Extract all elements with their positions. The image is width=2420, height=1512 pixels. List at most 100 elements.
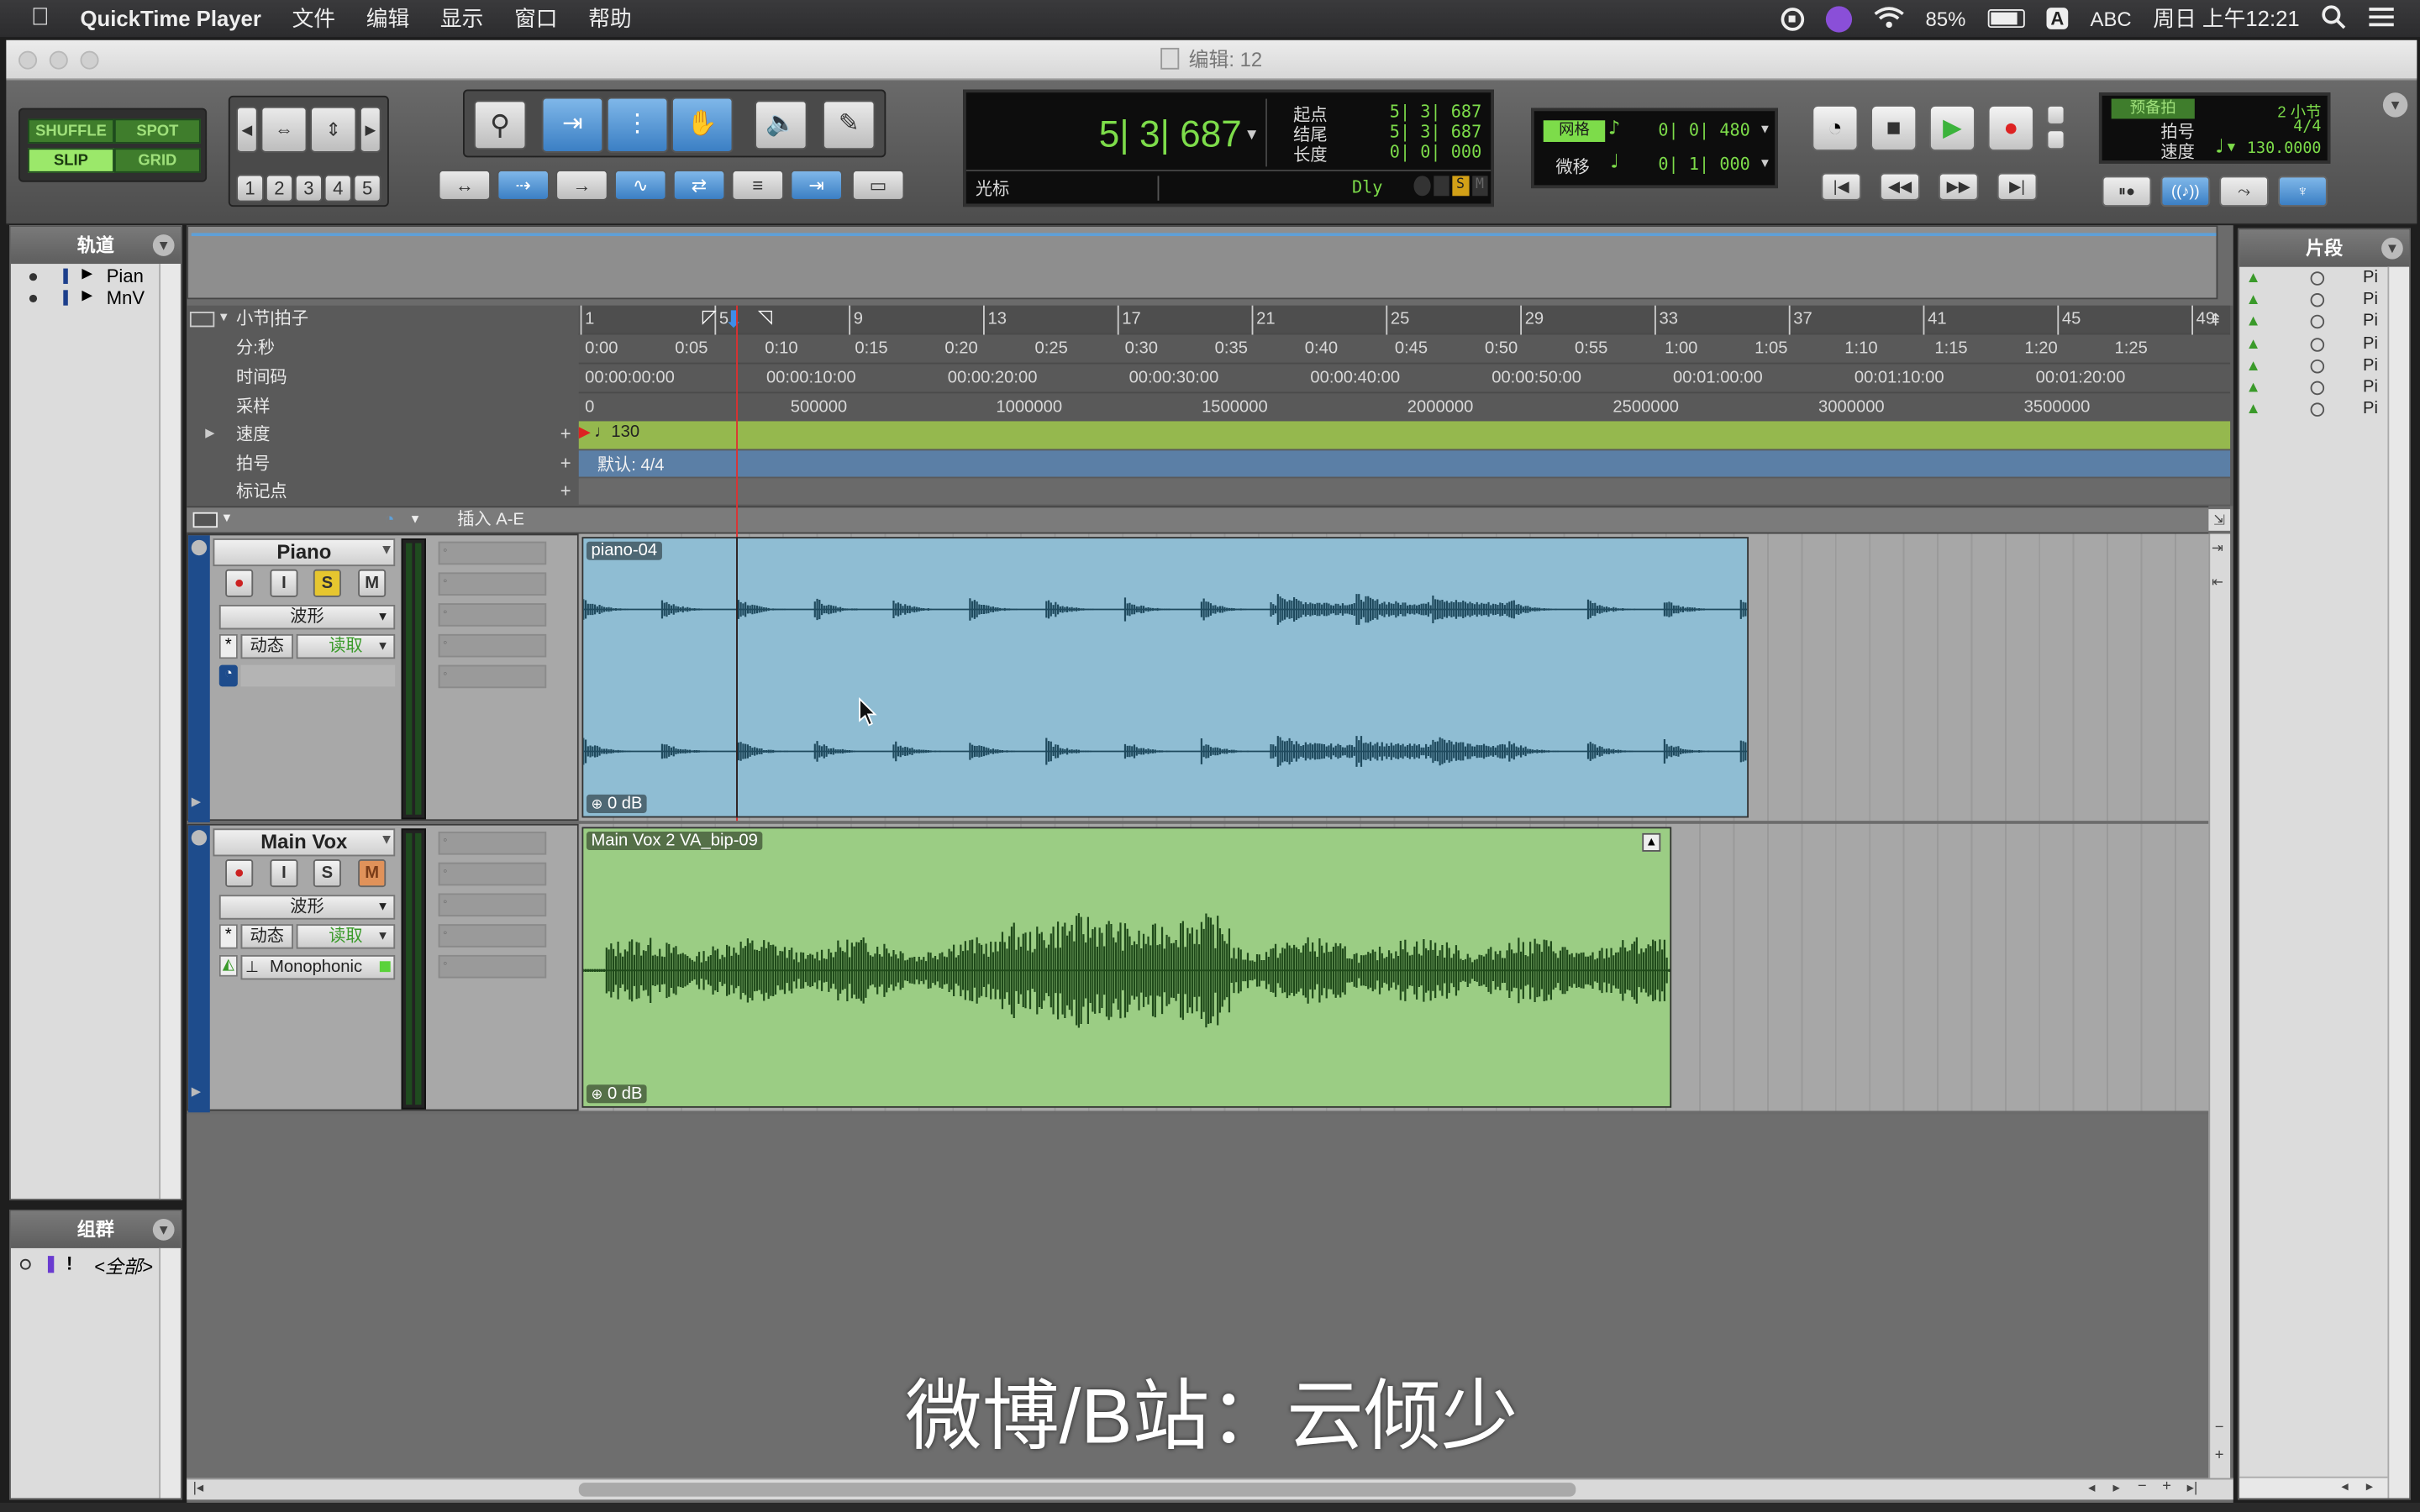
wait-for-note-button[interactable]: ⏸●	[2102, 176, 2152, 207]
playhead-marker-icon[interactable]: ⬇	[723, 306, 743, 333]
solo-button[interactable]: S	[313, 569, 341, 597]
track-collapse-icon[interactable]	[191, 830, 208, 846]
timecode-ruler-label[interactable]: 时间码	[187, 364, 579, 393]
spotlight-icon[interactable]	[2321, 4, 2346, 34]
mute-button[interactable]: M	[358, 569, 387, 597]
zoom-out-horiz-icon[interactable]: −	[2138, 1478, 2147, 1495]
zoom-preset-5[interactable]: 5	[353, 174, 381, 202]
record-button[interactable]: ●	[1987, 104, 2034, 151]
tempo-expand-icon[interactable]: ▶	[205, 426, 214, 440]
track-collapse-icon[interactable]	[191, 539, 208, 556]
universe-overview[interactable]	[187, 225, 2218, 300]
track-name-menu-icon[interactable]: ▼	[380, 542, 393, 557]
stop-button[interactable]: ■	[1870, 104, 1918, 151]
insert-slot[interactable]: ◦	[438, 862, 547, 886]
track-name[interactable]: Piano	[213, 538, 396, 567]
timebase-arrow[interactable]: ▼	[409, 512, 422, 527]
group-list-item[interactable]: ! <全部>	[17, 1252, 155, 1278]
track-expand-icon[interactable]: ▶	[192, 795, 201, 809]
close-window-button[interactable]	[18, 50, 38, 70]
solo-button[interactable]: S	[313, 859, 341, 888]
timebase-clock-icon[interactable]: ◔	[218, 664, 238, 687]
mute-button[interactable]: M	[358, 859, 387, 888]
tempo-ruler-label[interactable]: 速度	[187, 421, 579, 450]
input-method[interactable]: ABC	[2091, 7, 2132, 30]
region-list-item[interactable]: ▲ Pi	[2239, 334, 2386, 358]
tracks-panel-menu-icon[interactable]: ▼	[152, 234, 175, 256]
region-list-item[interactable]: ▲ Pi	[2239, 400, 2386, 423]
regions-panel-scrollbar[interactable]	[2387, 266, 2410, 1499]
menu-file[interactable]: 文件	[276, 3, 350, 34]
horizontal-scroll-thumb[interactable]	[578, 1483, 1576, 1497]
nudge-label[interactable]: 微移	[1555, 155, 1589, 179]
play-button[interactable]: ▶	[1928, 104, 1976, 151]
regions-panel-menu-icon[interactable]: ▼	[2381, 237, 2403, 260]
bars-beats-ruler-label[interactable]: 小节|拍子	[187, 306, 579, 335]
midi-merge-button[interactable]: ⤳	[2219, 176, 2269, 207]
screen-record-icon[interactable]: ■	[1780, 7, 1804, 30]
automation-label[interactable]: 动态	[240, 633, 293, 659]
region-list-item[interactable]: ▲ Pi	[2239, 312, 2386, 336]
track-view-selector[interactable]: 波形 ▼	[218, 895, 396, 920]
automation-star-icon[interactable]: *	[218, 924, 238, 949]
track-view-selector[interactable]: 波形 ▼	[218, 604, 396, 630]
vertical-scrollbar[interactable]: ⇥ ⇤ − +	[2208, 533, 2231, 1478]
ruler-scroll-icon[interactable]: ⇞	[2208, 310, 2223, 330]
region-list-item[interactable]: ▲ Pi	[2239, 269, 2386, 291]
track-options-arrow[interactable]: ▼	[221, 511, 234, 525]
main-vox-clip[interactable]: Main Vox 2 VA_bip-09 ▲ ⊕ 0 dB	[581, 827, 1672, 1108]
grid-dropdown-icon[interactable]: ▼	[1761, 122, 1769, 136]
minsec-ruler[interactable]: 0:00 0:05 0:10 0:15 0:20 0:25 0:30 0:35 0:40 0:45…	[578, 334, 2231, 365]
minimize-window-button[interactable]	[49, 50, 68, 70]
insert-slot[interactable]: ◦	[438, 633, 547, 658]
zoom-out-vert-icon[interactable]: +	[2215, 1447, 2224, 1464]
groups-panel-scrollbar[interactable]	[159, 1247, 181, 1499]
meter-value[interactable]: 4/4	[2293, 118, 2321, 135]
siri-icon[interactable]	[1825, 5, 1852, 32]
inserts-column-header[interactable]: 插入 A-E	[434, 507, 548, 532]
samples-ruler-label[interactable]: 采样	[187, 393, 579, 423]
elastic-audio-icon[interactable]: ◭	[218, 954, 238, 977]
record-enable-button[interactable]: ●	[225, 859, 254, 888]
markers-ruler[interactable]	[578, 478, 2231, 505]
bars-beats-ruler[interactable]: 1 5 9 13 17 21 25 29 33 37 41 45 49	[578, 305, 2231, 335]
insert-slot[interactable]: ◦	[438, 603, 547, 627]
insert-slot[interactable]: ◦	[438, 893, 547, 917]
piano-clip[interactable]: piano-04 ⊕ 0 dB	[581, 537, 1749, 818]
tracks-panel-scrollbar[interactable]	[159, 264, 181, 1200]
menu-edit[interactable]: 编辑	[350, 3, 424, 34]
metronome-button[interactable]: ((♪))	[2160, 176, 2211, 207]
zoom-in-arrow[interactable]: ▶	[359, 106, 381, 153]
track-expand-icon[interactable]: ▶	[192, 1084, 201, 1099]
grid-label[interactable]: 网格	[1543, 120, 1606, 142]
preroll-label[interactable]: 预备拍	[2111, 98, 2195, 119]
insertion-follows-button[interactable]: ⇄	[672, 170, 726, 201]
track-list-item[interactable]: ▶ Pian	[26, 265, 174, 289]
tempo-value[interactable]: 130.0000	[2247, 140, 2321, 157]
edit-menu-button[interactable]: ≡	[731, 170, 785, 201]
groups-panel-menu-icon[interactable]: ▼	[152, 1219, 175, 1241]
tempo-note-icon[interactable]: ♩▾	[2213, 136, 2238, 160]
menu-app-name[interactable]: QuickTime Player	[65, 6, 276, 30]
meter-ruler[interactable]: 默认: 4/4	[578, 450, 2231, 477]
scroll-to-end-icon[interactable]: ▸|	[2187, 1479, 2198, 1496]
spot-mode-button[interactable]: SPOT	[113, 118, 201, 144]
go-to-end-button[interactable]: ▶|	[1996, 172, 2038, 201]
zoom-in-vert-icon[interactable]: −	[2215, 1420, 2224, 1436]
selection-start-marker[interactable]: ◸	[702, 306, 717, 328]
timecode-ruler[interactable]: 00:00:00:00 00:00:10:00 00:00:20:00 00:00:3…	[578, 364, 2231, 394]
clip-gain[interactable]: ⊕ 0 dB	[586, 1084, 648, 1104]
apple-icon[interactable]: 	[0, 5, 65, 33]
rtz-button[interactable]: |◀	[1821, 172, 1862, 201]
regions-panel-hscroll[interactable]: ◂ ▸	[2239, 1476, 2388, 1499]
clip-info-icon[interactable]: ▲	[1642, 832, 1661, 852]
tempo-ruler[interactable]: ▶ ♩130	[578, 421, 2231, 449]
grid-mode-button[interactable]: GRID	[113, 148, 201, 173]
zoomer-tool-icon[interactable]: ⚲	[473, 100, 527, 150]
automation-star-icon[interactable]: *	[218, 633, 238, 659]
control-center-icon[interactable]	[2368, 5, 2396, 31]
insert-slot[interactable]: ◦	[438, 541, 547, 565]
grabber-hand-icon[interactable]: ✋	[671, 97, 734, 153]
slip-mode-button[interactable]: SLIP	[28, 148, 114, 173]
clock[interactable]: 周日 上午12:21	[2153, 3, 2299, 34]
